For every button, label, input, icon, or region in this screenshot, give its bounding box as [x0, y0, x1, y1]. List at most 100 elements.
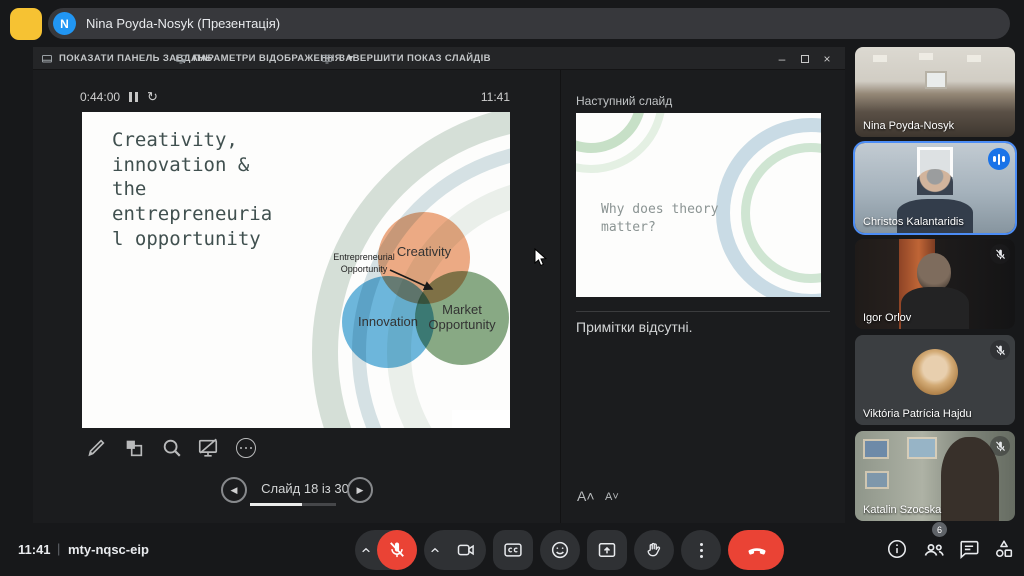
mic-mute-button[interactable]: [377, 530, 417, 570]
presenting-indicator-badge: [10, 8, 42, 40]
window-close-button[interactable]: ×: [816, 47, 838, 70]
presenter-notes-panel: Наступний слайд Why does theory matter? …: [560, 70, 845, 523]
meeting-code: mty-nqsc-eip: [68, 542, 149, 557]
captions-icon: [503, 540, 523, 560]
ceiling-light: [919, 53, 933, 60]
powerpoint-slideshow-window: ПОКАЗАТИ ПАНЕЛЬ ЗАВДАНЬ ПАРАМЕТРИ ВІДОБР…: [33, 47, 845, 523]
no-notes-text: Примітки відсутні.: [576, 319, 693, 335]
ceiling-light: [873, 55, 887, 62]
prev-arrow-icon: ◀: [231, 485, 238, 496]
mic-muted-icon: [990, 244, 1010, 264]
avatar: [912, 349, 958, 395]
call-controls: [355, 530, 784, 570]
meeting-details-button[interactable]: [886, 538, 910, 562]
more-tools-button[interactable]: [233, 435, 259, 461]
reactions-button[interactable]: [540, 530, 580, 570]
picture-frame: [907, 437, 937, 459]
camera-options-chevron[interactable]: [424, 544, 446, 556]
participant-tile-katalin[interactable]: Katalin Szocska: [855, 431, 1015, 521]
activities-icon: [993, 538, 1015, 560]
present-screen-button[interactable]: [587, 530, 627, 570]
raise-hand-icon: [644, 540, 664, 560]
slide-sorter-button[interactable]: [121, 435, 147, 461]
black-screen-button[interactable]: [195, 435, 221, 461]
participant-name: Viktória Patrícia Hajdu: [863, 408, 1007, 420]
ellipsis-icon: [236, 438, 256, 458]
present-screen-icon: [597, 540, 617, 560]
elapsed-timer: 0:44:00: [80, 90, 120, 104]
chat-icon: [958, 538, 980, 560]
mic-muted-icon: [990, 340, 1010, 360]
participant-tile-igor[interactable]: Igor Orlov: [855, 239, 1015, 329]
camera-icon: [456, 540, 476, 560]
separator: |: [57, 541, 60, 556]
ppt-toolbar: ПОКАЗАТИ ПАНЕЛЬ ЗАВДАНЬ ПАРАМЕТРИ ВІДОБР…: [33, 47, 845, 70]
raise-hand-button[interactable]: [634, 530, 674, 570]
display-options-label: ПАРАМЕТРИ ВІДОБРАЖЕННЯ: [193, 53, 342, 64]
next-slide-preview[interactable]: Why does theory matter?: [576, 113, 821, 297]
current-slide: Creativity, innovation & the entrepreneu…: [82, 112, 510, 428]
end-slideshow-icon: [321, 53, 333, 65]
mic-options-chevron[interactable]: [355, 544, 377, 556]
person-silhouette: [917, 253, 951, 291]
slide-counter: Слайд 18 із 30: [249, 481, 361, 496]
pause-timer-button[interactable]: [129, 92, 138, 102]
picture-frame: [863, 439, 889, 459]
person-face: [953, 445, 987, 489]
screen-off-icon: [197, 437, 219, 459]
magnifier-icon: [161, 437, 183, 459]
mic-off-icon: [387, 540, 407, 560]
participant-tile-christos[interactable]: Christos Kalantaridis: [855, 143, 1015, 233]
activities-button[interactable]: [993, 538, 1017, 562]
mic-muted-icon: [990, 436, 1010, 456]
audio-speaking-indicator: [988, 148, 1010, 170]
more-vertical-icon: [700, 543, 703, 558]
pen-icon: [85, 437, 107, 459]
smiley-icon: [550, 540, 570, 560]
font-increase-button[interactable]: A˄: [577, 488, 595, 504]
pen-tool-button[interactable]: [83, 435, 109, 461]
end-slideshow-button[interactable]: ЗАВЕРШИТИ ПОКАЗ СЛАЙДІВ: [321, 47, 491, 70]
participant-tile-viktoria[interactable]: Viktória Patrícia Hajdu: [855, 335, 1015, 425]
window-restore-button[interactable]: [794, 47, 816, 70]
classroom-window: [925, 71, 947, 89]
camera-button[interactable]: [446, 530, 486, 570]
participant-tile-nina[interactable]: Nina Poyda-Nosyk: [855, 47, 1015, 137]
taskbar-icon: [41, 53, 53, 65]
slideshow-progress-fill: [250, 503, 302, 506]
restart-timer-button[interactable]: ↻: [147, 89, 158, 105]
zoom-tool-button[interactable]: [159, 435, 185, 461]
venn-callout-arrow: [82, 112, 510, 428]
end-slideshow-label: ЗАВЕРШИТИ ПОКАЗ СЛАЙДІВ: [339, 53, 491, 64]
more-options-button[interactable]: [681, 530, 721, 570]
mic-control-group: [355, 530, 417, 570]
font-decrease-button[interactable]: A˅: [605, 491, 619, 503]
next-arrow-icon: ▶: [357, 485, 364, 496]
participants-count-badge: 6: [932, 522, 947, 537]
display-settings-icon: [175, 53, 187, 65]
participants-button[interactable]: [922, 538, 946, 562]
previous-slide-button[interactable]: ◀: [221, 477, 247, 503]
mouse-cursor: [534, 248, 548, 268]
person-silhouette: [917, 169, 953, 195]
participant-name: Christos Kalantaridis: [863, 216, 989, 228]
presenting-chip: N Nina Poyda-Nosyk (Презентація): [48, 8, 1010, 39]
next-slide-button[interactable]: ▶: [347, 477, 373, 503]
clock-time: 11:41: [460, 90, 510, 104]
captions-button[interactable]: [493, 530, 533, 570]
ceiling-light: [967, 55, 981, 62]
end-call-button[interactable]: [728, 530, 784, 570]
meet-app: N Nina Poyda-Nosyk (Презентація) ПОКАЗАТ…: [0, 0, 1024, 576]
info-icon: [886, 538, 908, 560]
picture-frame: [865, 471, 889, 489]
participant-name: Katalin Szocska: [863, 504, 989, 516]
slides-grid-icon: [123, 437, 145, 459]
chat-button[interactable]: [958, 538, 982, 562]
presenting-label: Nina Poyda-Nosyk (Презентація): [86, 16, 280, 31]
presenter-avatar: N: [53, 12, 76, 35]
participant-name: Igor Orlov: [863, 312, 989, 324]
slideshow-progress-bar: [250, 503, 336, 506]
next-slide-text: Why does theory matter?: [601, 201, 726, 236]
preview-decor-ring: [576, 113, 666, 173]
window-minimize-button[interactable]: –: [771, 47, 793, 70]
